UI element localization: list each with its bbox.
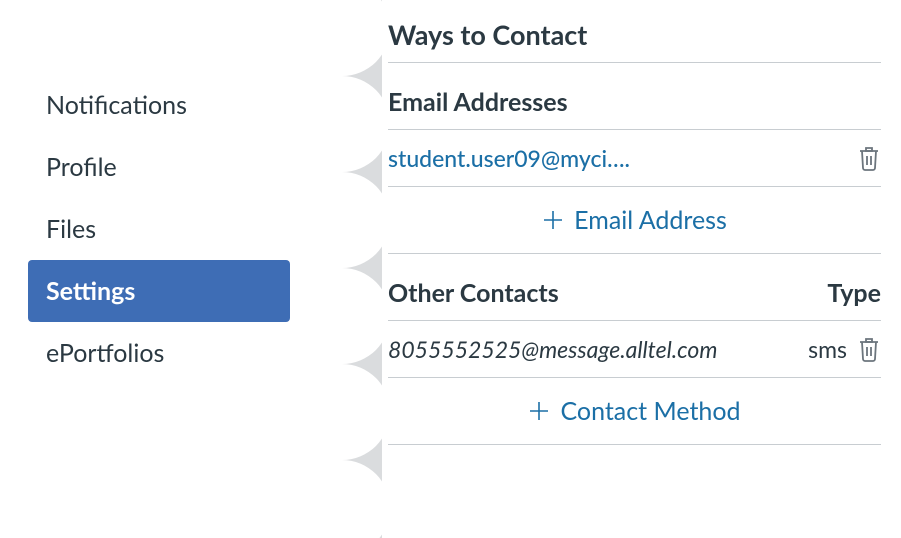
other-contact-type: sms bbox=[808, 335, 847, 363]
main-content: Ways to Contact Email Addresses student.… bbox=[380, 0, 901, 538]
email-row: student.user09@myci…. bbox=[388, 129, 881, 187]
add-contact-method-button[interactable]: Contact Method bbox=[388, 378, 881, 445]
add-email-label: Email Address bbox=[574, 205, 727, 235]
plus-icon bbox=[542, 209, 564, 231]
sidebar-item-eportfolios[interactable]: ePortfolios bbox=[28, 322, 290, 384]
plus-icon bbox=[528, 400, 550, 422]
sidebar-item-notifications[interactable]: Notifications bbox=[28, 74, 290, 136]
trash-icon[interactable] bbox=[857, 145, 881, 171]
sidebar-item-files[interactable]: Files bbox=[28, 198, 290, 260]
type-heading: Type bbox=[827, 278, 881, 308]
sidebar-nav: Notifications Profile Files Settings ePo… bbox=[0, 0, 310, 538]
add-contact-label: Contact Method bbox=[560, 396, 740, 426]
scallop-divider bbox=[310, 0, 380, 538]
sidebar-item-profile[interactable]: Profile bbox=[28, 136, 290, 198]
other-contact-value: 8055552525@message.alltel.com bbox=[388, 335, 717, 363]
sidebar-item-settings[interactable]: Settings bbox=[28, 260, 290, 322]
email-address-link[interactable]: student.user09@myci…. bbox=[388, 144, 630, 172]
email-addresses-heading: Email Addresses bbox=[388, 63, 881, 129]
other-contacts-header: Other Contacts Type bbox=[388, 254, 881, 321]
ways-to-contact-heading: Ways to Contact bbox=[388, 18, 881, 63]
add-email-button[interactable]: Email Address bbox=[388, 187, 881, 254]
trash-icon[interactable] bbox=[857, 336, 881, 362]
other-contact-row: 8055552525@message.alltel.com sms bbox=[388, 321, 881, 378]
other-contacts-heading: Other Contacts bbox=[388, 278, 559, 308]
